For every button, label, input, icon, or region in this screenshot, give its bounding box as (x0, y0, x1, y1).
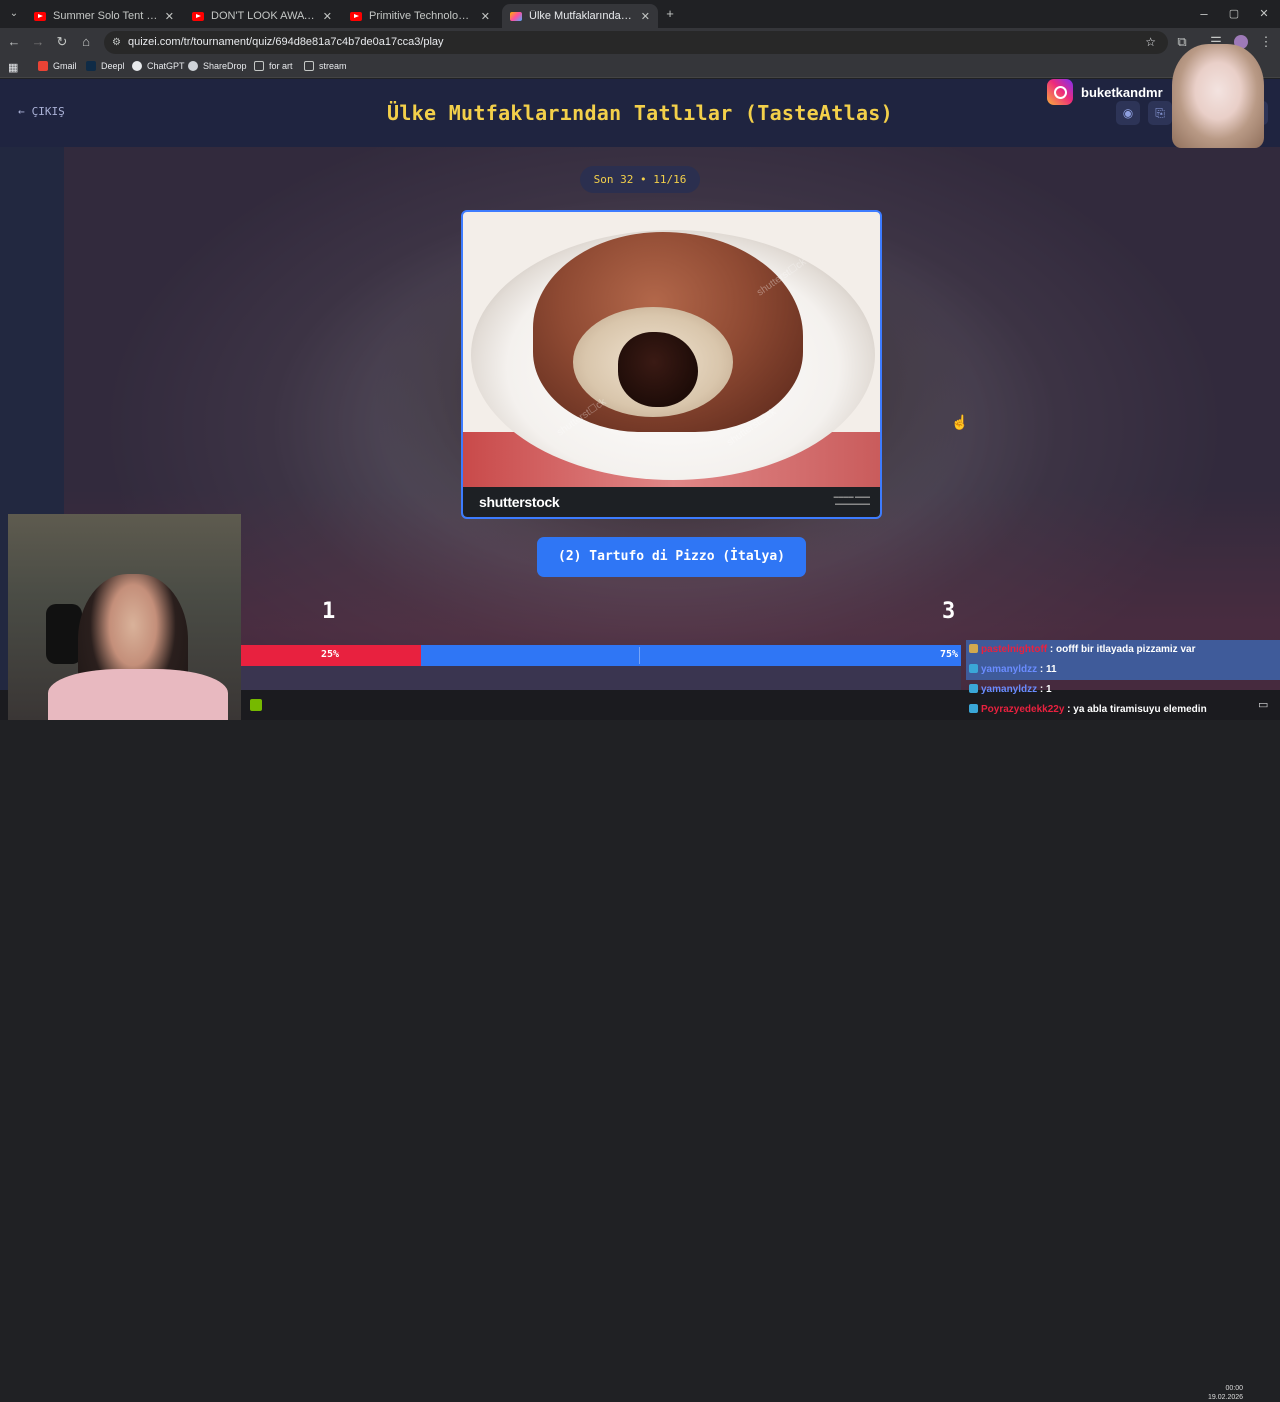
apps-grid-icon[interactable]: ▦ (8, 61, 18, 74)
vote-bar-divider (639, 647, 640, 664)
image-id-text: ▬▬▬▬ ▬▬▬ ▬▬▬▬▬▬▬ (833, 494, 870, 507)
stream-chat: pastelnightoff : oofff bir itlayada pizz… (966, 640, 1280, 720)
chat-line: yamanyldzz : 11 (966, 660, 1280, 680)
bookmark-label: stream (319, 61, 347, 71)
bookmark-deepl[interactable]: Deepl (86, 61, 125, 71)
url-text: quizei.com/tr/tournament/quiz/694d8e81a7… (128, 36, 444, 48)
chat-line: Poyrazyedekk22y : ya abla tiramisuyu ele… (966, 700, 1280, 720)
bookmark-folder-for-art[interactable]: for art (254, 61, 293, 71)
chat-username: yamanyldzz (981, 684, 1038, 695)
tab-4-title: Ülke Mutfaklarından Tatlılar (Ta (529, 10, 635, 22)
bookmark-label: ChatGPT (147, 61, 185, 71)
page-bottom-strip (241, 666, 961, 690)
nvidia-icon[interactable] (250, 699, 262, 711)
system-clock: 00:00 19.02.2026 (1208, 1384, 1243, 1402)
site-info-icon[interactable]: ⚙ (112, 31, 121, 54)
chat-badge-icon (969, 644, 978, 653)
tab-1[interactable]: Summer Solo Tent Camp--Goin ✕ (26, 4, 182, 28)
close-icon[interactable]: ✕ (323, 10, 332, 23)
hand-cursor-icon: ☝ (951, 414, 969, 430)
round-indicator: Son 32 • 11/16 (580, 166, 700, 193)
tab-1-title: Summer Solo Tent Camp--Goin (53, 10, 159, 22)
instagram-handle: buketkandmr (1047, 79, 1163, 105)
quizei-icon (510, 11, 522, 21)
window-close-icon[interactable]: ✕ (1256, 6, 1272, 22)
chat-message: : 11 (1037, 664, 1057, 675)
tab-3-title: Primitive Technology: Tiled Roo (369, 10, 475, 22)
bookmark-chatgpt[interactable]: ChatGPT (132, 61, 185, 71)
extensions-icon[interactable]: ⧉ (1174, 34, 1190, 50)
folder-icon (304, 61, 314, 71)
webcam-overlay (8, 514, 241, 720)
chat-username: yamanyldzz (981, 664, 1038, 675)
tab-3[interactable]: Primitive Technology: Tiled Roo ✕ (342, 4, 498, 28)
chat-badge-icon (969, 704, 978, 713)
chat-message: : 1 (1037, 684, 1052, 695)
vote-left-percent: 25% (321, 649, 340, 660)
chat-message: : ya abla tiramisuyu elemedin (1064, 704, 1207, 715)
bookmark-label: Gmail (53, 61, 77, 71)
chatgpt-icon (132, 61, 142, 71)
youtube-icon (34, 11, 46, 21)
tab-2-title: DON'T LOOK AWAY | Horror Sh (211, 10, 317, 22)
score-right: 3 (942, 599, 956, 624)
bookmark-gmail[interactable]: Gmail (38, 61, 77, 71)
folder-icon (254, 61, 264, 71)
bookmarks-bar: ▦ Gmail Deepl ChatGPT ShareDrop for art … (0, 56, 1280, 78)
youtube-icon (192, 11, 204, 21)
instagram-name: buketkandmr (1081, 84, 1163, 100)
menu-icon[interactable]: ⋮ (1258, 34, 1274, 50)
dessert-chocolate-center (618, 332, 698, 407)
close-icon[interactable]: ✕ (481, 10, 490, 23)
address-bar[interactable]: ⚙ quizei.com/tr/tournament/quiz/694d8e81… (104, 31, 1168, 54)
sharedrop-icon (188, 61, 198, 71)
gmail-icon (38, 61, 48, 71)
chat-line: pastelnightoff : oofff bir itlayada pizz… (966, 640, 1280, 660)
choice-button[interactable]: (2) Tartufo di Pizzo (İtalya) (537, 537, 806, 577)
vote-bar: 25% 75% (241, 645, 961, 666)
score-left: 1 (322, 599, 336, 624)
minimize-icon[interactable]: – (1196, 6, 1212, 22)
vtuber-avatar (1172, 44, 1264, 148)
close-icon[interactable]: ✕ (641, 10, 650, 23)
clock-date: 19.02.2026 (1208, 1394, 1244, 1401)
home-icon[interactable]: ⌂ (78, 34, 94, 50)
chat-username: pastelnightoff (981, 644, 1048, 655)
browser-tab-bar: ⌄ Summer Solo Tent Camp--Goin ✕ DON'T LO… (0, 0, 1280, 28)
bookmark-label: for art (269, 61, 293, 71)
forward-icon[interactable]: → (30, 34, 46, 50)
chat-username: Poyrazyedekk22y (981, 704, 1065, 715)
deepl-icon (86, 61, 96, 71)
new-tab-icon[interactable]: + (662, 6, 678, 22)
bookmark-star-icon[interactable]: ☆ (1145, 31, 1156, 54)
chat-badge-icon (969, 684, 978, 693)
shutterstock-bar: shutterstock ▬▬▬▬ ▬▬▬ ▬▬▬▬▬▬▬ (463, 487, 880, 517)
tab-4-active[interactable]: Ülke Mutfaklarından Tatlılar (Ta ✕ (502, 4, 658, 28)
tab-2[interactable]: DON'T LOOK AWAY | Horror Sh ✕ (184, 4, 340, 28)
shutterstock-logo: shutterstock (479, 494, 560, 510)
bookmark-label: ShareDrop (203, 61, 247, 71)
back-icon[interactable]: ← (6, 34, 22, 50)
reload-icon[interactable]: ↻ (54, 34, 70, 50)
tab-search-chevron-icon[interactable]: ⌄ (6, 6, 22, 22)
dessert-image-card[interactable]: shutterst☐ck shutterst☐ck shutterst☐ck s… (461, 210, 882, 519)
vote-right-percent: 75% (939, 649, 958, 660)
bookmark-folder-stream[interactable]: stream (304, 61, 347, 71)
instagram-icon (1047, 79, 1073, 105)
maximize-icon[interactable]: ▢ (1226, 6, 1242, 22)
bookmark-label: Deepl (101, 61, 125, 71)
chat-message: : oofff bir itlayada pizzamiz var (1047, 644, 1196, 655)
close-icon[interactable]: ✕ (165, 10, 174, 23)
clock-time: 00:00 (1225, 1385, 1244, 1392)
microphone (46, 604, 82, 664)
chat-badge-icon (969, 664, 978, 673)
bookmark-sharedrop[interactable]: ShareDrop (188, 61, 247, 71)
youtube-icon (350, 11, 362, 21)
streamer-shirt (48, 669, 228, 720)
chat-line: yamanyldzz : 1 (966, 680, 1280, 700)
browser-toolbar: ← → ↻ ⌂ ⚙ quizei.com/tr/tournament/quiz/… (0, 28, 1280, 56)
